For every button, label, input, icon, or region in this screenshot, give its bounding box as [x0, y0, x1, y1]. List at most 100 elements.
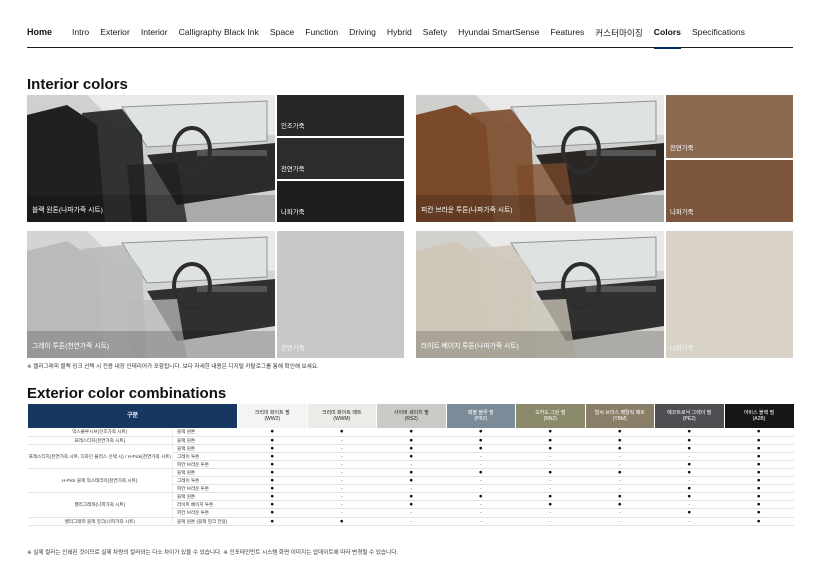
unavailable-dash: - — [480, 486, 482, 492]
interior-photo: 라이트 베이지 투톤(나파가죽 시트) — [416, 231, 664, 358]
material-swatches: 천연가죽나파가죽 — [666, 95, 793, 222]
available-dot-icon: ● — [270, 509, 275, 517]
unavailable-dash: - — [619, 478, 621, 484]
nav-item-2[interactable]: Interior — [141, 27, 168, 39]
availability-cell: - — [376, 508, 447, 518]
exterior-color-column-header: 어비스 블랙 펄 (A2B) — [723, 404, 794, 428]
availability-cell: - — [515, 508, 586, 518]
available-dot-icon: ● — [270, 493, 275, 501]
top-navigation: Home Intro Exterior Interior Calligraphy Bl… — [27, 22, 793, 49]
available-dot-icon: ● — [756, 485, 761, 493]
availability-cell: ● — [446, 436, 516, 445]
available-dot-icon: ● — [409, 452, 414, 460]
nav-item-5[interactable]: Function — [305, 27, 338, 39]
car-interior-illustration — [27, 231, 275, 358]
availability-cell: - — [585, 460, 655, 469]
nav-item-11[interactable]: 커스터마이징 — [595, 27, 642, 39]
availability-cell: ● — [237, 500, 308, 510]
exterior-color-column-header: 얼씨 브라스 메탈릭 매트 (YBM) — [584, 404, 655, 428]
nav-item-12[interactable]: Colors — [653, 27, 682, 49]
exterior-color-column-header: 오카도 그린 펄 (RN2) — [515, 404, 586, 428]
availability-cell: ● — [654, 436, 725, 445]
available-dot-icon: ● — [548, 469, 553, 477]
availability-cell: ● — [237, 460, 308, 469]
availability-cell: - — [585, 476, 655, 486]
material-swatch: 인조가죽 — [277, 95, 404, 136]
availability-cell: ● — [237, 436, 308, 445]
material-swatch: 천연가죽 — [277, 231, 404, 358]
availability-cell: - — [307, 436, 377, 445]
availability-cell: ● — [654, 444, 725, 453]
availability-cell: ● — [585, 444, 655, 453]
availability-cell: ● — [376, 428, 447, 437]
nav-item-1[interactable]: Exterior — [100, 27, 130, 39]
interior-color-gray: 그레이 투톤(천연가죽 시트) 천연가죽 — [27, 231, 404, 358]
availability-cell: ● — [376, 500, 447, 510]
nav-home-link[interactable]: Home — [27, 27, 52, 37]
interior-combination-cell: 블랙 원톤 — [172, 492, 238, 502]
nav-item-9[interactable]: Hyundai SmartSense — [458, 27, 539, 39]
availability-cell: ● — [376, 452, 447, 461]
available-dot-icon: ● — [270, 485, 275, 493]
available-dot-icon: ● — [270, 444, 275, 452]
availability-cell: ● — [376, 444, 447, 453]
unavailable-dash: - — [619, 453, 621, 459]
material-swatch: 천연가죽 — [666, 95, 793, 158]
exterior-color-code: (WW2) — [264, 416, 281, 422]
available-dot-icon: ● — [409, 428, 414, 436]
nav-item-3[interactable]: Calligraphy Black Ink — [179, 27, 259, 39]
nav-item-13[interactable]: Specifications — [692, 27, 745, 39]
trim-group-cell: 캘리그래피 블랙 잉크(나파가죽 시트) — [27, 517, 173, 526]
available-dot-icon: ● — [687, 444, 692, 452]
unavailable-dash: - — [480, 453, 482, 459]
unavailable-dash: - — [410, 486, 413, 492]
availability-cell: ● — [724, 508, 794, 518]
availability-cell: ● — [237, 484, 308, 494]
available-dot-icon: ● — [409, 477, 414, 485]
interior-combination-cell: 피칸 브라운 투톤 — [172, 460, 238, 469]
nav-item-10[interactable]: Features — [550, 27, 584, 39]
available-dot-icon: ● — [270, 469, 275, 477]
unavailable-dash: - — [341, 461, 343, 467]
unavailable-dash: - — [480, 461, 482, 467]
available-dot-icon: ● — [756, 436, 761, 444]
nav-item-6[interactable]: Driving — [349, 27, 376, 39]
exterior-combination-table: 구분 크리미 화이트 펄 (WW2) 크리미 화이트 매트 (WWM) 사이버 세이지 … — [26, 404, 794, 526]
availability-cell: - — [446, 476, 516, 486]
unavailable-dash: - — [341, 510, 343, 516]
nav-item-7[interactable]: Hybrid — [387, 27, 412, 39]
availability-cell: ● — [515, 468, 586, 478]
availability-cell: ● — [515, 428, 586, 437]
availability-cell: - — [446, 500, 516, 510]
availability-cell: ● — [724, 468, 794, 478]
exterior-color-code: (PB2) — [474, 416, 488, 422]
availability-cell: - — [307, 484, 377, 494]
unavailable-dash: - — [549, 518, 552, 524]
material-swatch-label: 나파가죽 — [670, 209, 694, 216]
available-dot-icon: ● — [478, 469, 483, 477]
nav-item-8[interactable]: Safety — [423, 27, 447, 39]
available-dot-icon: ● — [548, 428, 553, 436]
unavailable-dash: - — [341, 478, 343, 484]
exterior-color-column-header: 크리미 화이트 매트 (WWM) — [306, 404, 377, 428]
unavailable-dash: - — [619, 510, 621, 516]
interior-combination-cell: 블랙 원톤 — [172, 468, 238, 478]
nav-item-4[interactable]: Space — [270, 27, 294, 39]
table-row: 캘리그래피(나파가죽 시트) 블랙 원톤 ● - ● ● ● ● ● ● — [27, 492, 794, 518]
unavailable-dash: - — [341, 445, 343, 451]
interior-color-label: 피칸 브라운 투톤(나파가죽 시트) — [421, 207, 513, 214]
availability-cell: - — [307, 508, 377, 518]
availability-cell: - — [585, 452, 655, 461]
unavailable-dash: - — [341, 470, 343, 476]
availability-cell: ● — [724, 444, 794, 453]
car-interior-illustration — [416, 231, 664, 358]
exterior-color-code: (RS2) — [404, 416, 418, 422]
material-swatch: 나파가죽 — [666, 231, 793, 358]
unavailable-dash: - — [480, 478, 482, 484]
availability-cell: - — [307, 500, 377, 510]
material-swatch: 천연가죽 — [277, 138, 404, 179]
interior-combination-cell: 블랙 원톤 — [172, 436, 238, 445]
available-dot-icon: ● — [548, 493, 553, 501]
exterior-color-code: (YBM) — [612, 416, 627, 422]
nav-item-0[interactable]: Intro — [72, 27, 89, 39]
